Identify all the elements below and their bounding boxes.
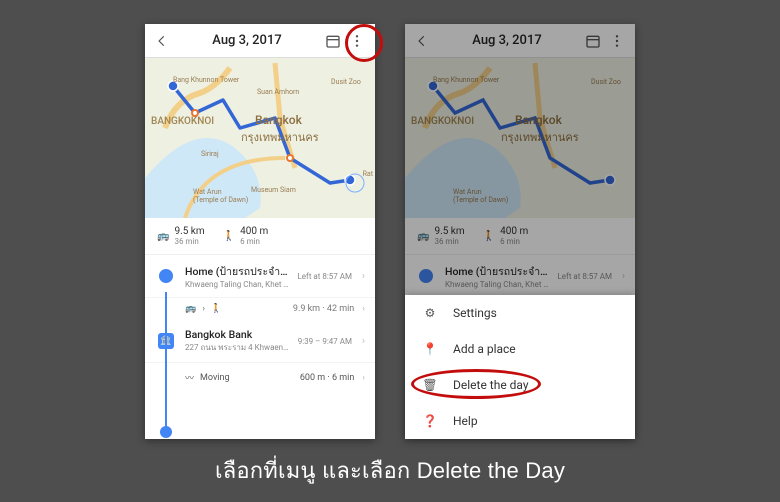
moving-label: Moving (200, 373, 230, 383)
sheet-item-label: Settings (453, 306, 497, 320)
map-label: Bang Khunnon Tower (433, 76, 499, 84)
stat-walk: 🚶 400 m 6 min (223, 226, 269, 246)
header-bar: Aug 3, 2017 (405, 24, 635, 58)
stat-transit-dist: 9.5 km (174, 226, 204, 237)
sheet-item-delete-day[interactable]: 🗑 Delete the day (405, 367, 635, 403)
chevron-right-icon: › (622, 271, 625, 282)
stat-walk-time: 6 min (240, 237, 268, 246)
map-label: Dusit Zoo (591, 78, 621, 86)
timeline-entry-home[interactable]: Home (ป้ายรถประจำทาง บางขุน... Khwaeng T… (145, 255, 375, 298)
more-menu-button[interactable] (605, 29, 629, 53)
chevron-right-icon: › (362, 336, 365, 347)
map-label: Rat (363, 170, 373, 178)
entry-time: Left at 8:57 AM (297, 272, 352, 281)
chevron-right-icon: › (202, 304, 205, 314)
map-label: Museum Siam (251, 186, 296, 194)
moving-duration: 600 m · 6 min (300, 373, 354, 383)
stat-walk-time: 6 min (500, 237, 528, 246)
sheet-item-settings[interactable]: ⚙ Settings (405, 295, 635, 331)
more-menu-button[interactable] (345, 29, 369, 53)
entry-subtitle: Khwaeng Taling Chan, Khet Taling Chan, K… (185, 280, 289, 289)
stat-transit-time: 36 min (434, 237, 464, 246)
map-label: Bang Khunnon Tower (173, 76, 239, 84)
stats-row: 🚌 9.5 km 36 min 🚶 400 m 6 min (145, 218, 375, 255)
map-label: BANGKOKNOI (411, 116, 474, 127)
chevron-left-icon (155, 34, 169, 48)
map-label: BANGKOKNOI (151, 116, 214, 127)
sheet-item-label: Add a place (453, 342, 516, 356)
timeline-transit-row[interactable]: 🚌 › 🚶 9.9 km · 42 min › (145, 298, 375, 320)
bottom-sheet: ⚙ Settings 📍 Add a place 🗑 Delete the da… (405, 295, 635, 439)
moving-icon: 〰 (185, 371, 194, 384)
help-icon: ❓ (421, 414, 439, 428)
stat-walk-dist: 400 m (240, 226, 268, 237)
gear-icon: ⚙ (421, 306, 439, 320)
bus-icon: 🚌 (185, 304, 196, 314)
instruction-caption: เลือกที่เมนู และเลือก Delete the Day (0, 453, 780, 488)
entry-title: Home (ป้ายรถประจำทาง บางขุน... (185, 263, 289, 280)
bus-icon: 🚌 (417, 231, 429, 242)
stats-row: 🚌 9.5 km 36 min 🚶 400 m 6 min (405, 218, 635, 255)
timeline-entry-home: Home (ป้ายรถประจำทาง บางขุน... Khwaeng T… (405, 255, 635, 298)
entry-title: Home (ป้ายรถประจำทาง บางขุน... (445, 263, 549, 280)
calendar-button[interactable] (581, 29, 605, 53)
entry-title: Bangkok Bank (185, 328, 290, 341)
calendar-button[interactable] (321, 29, 345, 53)
phone-right: Aug 3, 2017 Bang Khunnon Tower BANGKOKNO… (405, 24, 635, 439)
walk-icon: 🚶 (211, 304, 222, 314)
trash-icon: 🗑 (421, 378, 439, 392)
back-button[interactable] (151, 30, 173, 52)
map-label: Suan Amhorn (257, 88, 299, 96)
calendar-icon (585, 33, 601, 49)
bus-icon: 🚌 (157, 231, 169, 242)
entry-time: 9:39 – 9:47 AM (298, 337, 352, 346)
entry-subtitle: 227 ถนน พระราม 4 Khwaeng Rong Muang, Kh.… (185, 341, 290, 354)
transit-duration: 9.9 km · 42 min (293, 304, 354, 314)
stat-transit: 🚌 9.5 km 36 min (157, 226, 205, 246)
phone-left: Aug 3, 2017 Bang Kh (145, 24, 375, 439)
back-button[interactable] (411, 30, 433, 52)
sheet-item-help[interactable]: ❓ Help (405, 403, 635, 439)
header-date: Aug 3, 2017 (433, 33, 581, 48)
stat-transit-dist: 9.5 km (434, 226, 464, 237)
map-label: Siriraj (201, 150, 219, 158)
calendar-icon (325, 33, 341, 49)
chevron-right-icon: › (362, 271, 365, 282)
map-label: Dusit Zoo (331, 78, 361, 86)
header-date: Aug 3, 2017 (173, 33, 321, 48)
map-label-city: Bangkok (255, 113, 302, 127)
entry-subtitle: Khwaeng Taling Chan, Khet Taling Chan, K… (445, 280, 549, 289)
map-label-city: Bangkok (515, 113, 562, 127)
sheet-item-add-place[interactable]: 📍 Add a place (405, 331, 635, 367)
map-label: Wat Arun (Temple of Dawn) (193, 188, 248, 204)
stat-walk-dist: 400 m (500, 226, 528, 237)
header-bar: Aug 3, 2017 (145, 24, 375, 58)
map-label-city-th: กรุงเทพมหานคร (241, 128, 319, 146)
pin-icon: 📍 (421, 342, 439, 356)
timeline-connector (165, 292, 167, 432)
entry-time: Left at 8:57 AM (557, 272, 612, 281)
map-label-city-th: กรุงเทพมหานคร (501, 128, 579, 146)
map-label: Wat Arun (Temple of Dawn) (453, 188, 508, 204)
walk-icon: 🚶 (483, 231, 495, 242)
sheet-item-label: Delete the day (453, 378, 529, 392)
chevron-right-icon: › (362, 304, 365, 314)
map-panel[interactable]: Bang Khunnon Tower BANGKOKNOI Siriraj Wa… (145, 58, 375, 218)
chevron-left-icon (415, 34, 429, 48)
map-panel: Bang Khunnon Tower BANGKOKNOI Wat Arun (… (405, 58, 635, 218)
more-vert-icon (609, 33, 625, 49)
sheet-item-label: Help (453, 414, 478, 428)
chevron-right-icon: › (362, 373, 365, 383)
timeline-end-dot (160, 426, 172, 438)
walk-icon: 🚶 (223, 231, 235, 242)
more-vert-icon (349, 33, 365, 49)
timeline-entry-bank[interactable]: 🏦 Bangkok Bank 227 ถนน พระราม 4 Khwaeng … (145, 320, 375, 363)
timeline-moving-row[interactable]: 〰 Moving 600 m · 6 min › (145, 363, 375, 392)
stat-transit-time: 36 min (174, 237, 204, 246)
